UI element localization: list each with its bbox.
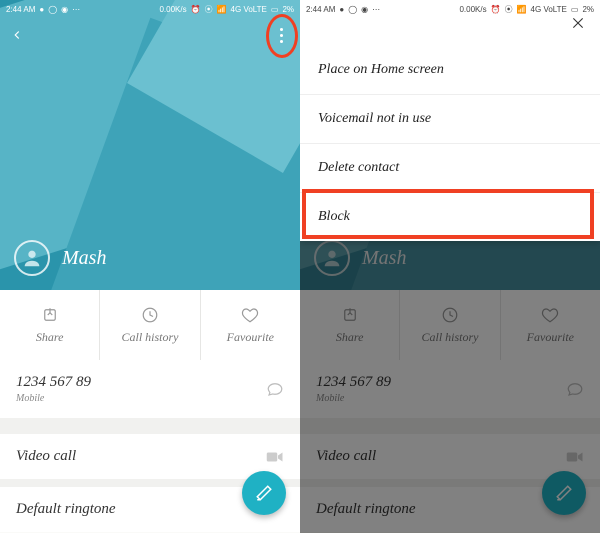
- status-dot-icon: ●: [339, 5, 344, 14]
- wifi-icon: ⦿: [205, 4, 213, 15]
- back-button[interactable]: [10, 28, 24, 42]
- status-more-icon: ⋯: [72, 5, 80, 14]
- net-speed: 0.00K/s: [459, 5, 486, 14]
- avatar: [14, 240, 50, 276]
- carrier-label: 4G VoLTE: [231, 5, 267, 14]
- annotation-circle: [266, 14, 298, 58]
- battery-percent: 2%: [282, 5, 294, 14]
- edit-fab[interactable]: [242, 471, 286, 515]
- call-history-button[interactable]: Call history: [100, 290, 200, 360]
- menu-item-delete[interactable]: Delete contact: [300, 143, 600, 192]
- contact-hero: Mash: [0, 0, 300, 290]
- menu-item-home-screen[interactable]: Place on Home screen: [300, 46, 600, 94]
- alarm-icon: ⏰: [491, 5, 501, 14]
- screenshot-left: 2:44 AM ● ◯ ◉ ⋯ 0.00K/s ⏰ ⦿ 📶 4G VoLTE ▭…: [0, 0, 300, 533]
- screenshot-right: 2:44 AM ● ◯ ◉ ⋯ 0.00K/s ⏰ ⦿ 📶 4G VoLTE ▭…: [300, 0, 600, 533]
- signal-icon: 📶: [217, 5, 227, 14]
- clock-time: 2:44 AM: [6, 5, 35, 14]
- clock-time: 2:44 AM: [306, 5, 335, 14]
- wifi-icon: ⦿: [505, 4, 513, 15]
- net-speed: 0.00K/s: [159, 5, 186, 14]
- phone-type: Mobile: [16, 393, 91, 404]
- top-nav: [0, 20, 300, 50]
- annotation-rectangle: [302, 189, 594, 239]
- contact-name: Mash: [62, 247, 106, 270]
- share-button[interactable]: Share: [0, 290, 100, 360]
- alarm-icon: ⏰: [191, 5, 201, 14]
- share-label: Share: [36, 330, 64, 345]
- status-more-icon: ⋯: [372, 5, 380, 14]
- favourite-button[interactable]: Favourite: [201, 290, 300, 360]
- favourite-label: Favourite: [227, 330, 274, 345]
- video-call-row[interactable]: Video call: [0, 426, 300, 479]
- phone-number: 1234 567 89: [16, 374, 91, 391]
- message-icon[interactable]: [266, 380, 284, 398]
- menu-item-voicemail[interactable]: Voicemail not in use: [300, 94, 600, 143]
- video-icon: [266, 450, 284, 464]
- video-call-label: Video call: [16, 448, 76, 465]
- battery-icon: ▭: [571, 5, 579, 14]
- contact-header: Mash: [14, 240, 106, 276]
- status-bar: 2:44 AM ● ◯ ◉ ⋯ 0.00K/s ⏰ ⦿ 📶 4G VoLTE ▭…: [0, 0, 300, 18]
- status-circle-icon: ◯: [348, 5, 357, 14]
- status-dot-icon: ●: [39, 5, 44, 14]
- battery-icon: ▭: [271, 5, 279, 14]
- ringtone-label: Default ringtone: [16, 501, 116, 518]
- phone-number-row[interactable]: 1234 567 89 Mobile: [0, 360, 300, 426]
- status-circle-icon: ◯: [48, 5, 57, 14]
- status-chrome-icon: ◉: [61, 5, 68, 14]
- actions-bar: Share Call history Favourite: [0, 290, 300, 360]
- status-bar: 2:44 AM ● ◯ ◉ ⋯ 0.00K/s ⏰ ⦿ 📶 4G VoLTE ▭…: [300, 0, 600, 18]
- call-history-label: Call history: [121, 330, 178, 345]
- battery-percent: 2%: [582, 5, 594, 14]
- signal-icon: 📶: [517, 5, 527, 14]
- status-chrome-icon: ◉: [361, 5, 368, 14]
- carrier-label: 4G VoLTE: [531, 5, 567, 14]
